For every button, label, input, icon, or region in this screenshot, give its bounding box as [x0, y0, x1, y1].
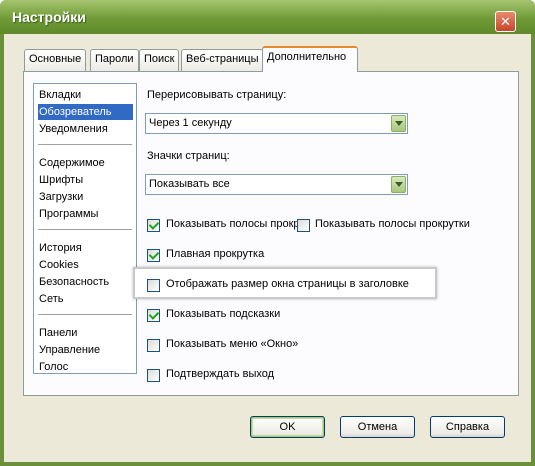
tab-search[interactable]: Поиск	[139, 49, 180, 71]
sidebar-item-network[interactable]: Сеть	[38, 291, 133, 307]
cancel-button[interactable]: Отмена	[340, 416, 415, 438]
sidebar-item-browser[interactable]: Обозреватель	[38, 104, 133, 120]
sidebar-item-notifications[interactable]: Уведомления	[38, 121, 133, 137]
chevron-down-icon[interactable]	[391, 176, 406, 193]
window-size-title-checkbox[interactable]	[147, 279, 160, 292]
show-tooltips-label[interactable]: Показывать подсказки	[166, 308, 280, 320]
sidebar-item-cookies[interactable]: Cookies	[38, 257, 133, 273]
sidebar-item-tabs[interactable]: Вкладки	[38, 87, 133, 103]
redraw-value: Через 1 секунду	[149, 117, 232, 129]
smooth-scrolling-label[interactable]: Плавная прокрутка	[166, 248, 264, 260]
close-icon: ✕	[500, 14, 511, 29]
show-window-menu-checkbox[interactable]	[147, 339, 160, 352]
sidebar-item-downloads[interactable]: Загрузки	[38, 189, 133, 205]
page-icons-select[interactable]: Показывать все	[145, 174, 408, 195]
show-window-menu-label[interactable]: Показывать меню «Окно»	[166, 338, 298, 350]
show-scrollbars-label[interactable]: Показывать полосы прокр	[166, 218, 300, 230]
sidebar-item-programs[interactable]: Программы	[38, 206, 133, 222]
ok-button[interactable]: OK	[250, 416, 325, 438]
page-icons-value: Показывать все	[149, 178, 230, 190]
settings-dialog: Настройки ✕ Основные Пароли Поиск Веб-ст…	[0, 0, 535, 466]
sidebar-divider	[38, 144, 132, 145]
tab-passwords[interactable]: Пароли	[90, 49, 139, 71]
chevron-down-icon[interactable]	[391, 115, 406, 132]
sidebar-divider	[38, 314, 132, 315]
show-tooltips-checkbox[interactable]	[147, 309, 160, 322]
sidebar-item-toolbars[interactable]: Панели	[38, 325, 133, 341]
smooth-scrolling-checkbox[interactable]	[147, 249, 160, 262]
redraw-select[interactable]: Через 1 секунду	[145, 113, 408, 134]
sidebar-item-content[interactable]: Содержимое	[38, 155, 133, 171]
show-scrollbars-checkbox[interactable]	[147, 219, 160, 232]
sidebar-item-security[interactable]: Безопасность	[38, 274, 133, 290]
sidebar-item-fonts[interactable]: Шрифты	[38, 172, 133, 188]
sidebar-item-voice[interactable]: Голос	[38, 359, 133, 375]
tab-general[interactable]: Основные	[24, 49, 87, 71]
close-button[interactable]: ✕	[495, 11, 516, 32]
tab-advanced[interactable]: Дополнительно	[262, 46, 358, 72]
show-scrollbars-overlay-checkbox[interactable]	[297, 219, 310, 232]
sidebar-item-history[interactable]: История	[38, 240, 133, 256]
tab-web-pages[interactable]: Веб-страницы	[181, 49, 264, 71]
help-button[interactable]: Справка	[430, 416, 505, 438]
category-list[interactable]: Вкладки Обозреватель Уведомления Содержи…	[33, 83, 137, 374]
confirm-exit-label[interactable]: Подтверждать выход	[166, 368, 274, 380]
window-title: Настройки	[12, 9, 86, 25]
confirm-exit-checkbox[interactable]	[147, 369, 160, 382]
sidebar-item-management[interactable]: Управление	[38, 342, 133, 358]
window-size-title-label[interactable]: Отображать размер окна страницы в заголо…	[166, 278, 409, 290]
sidebar-divider	[38, 229, 132, 230]
show-scrollbars-overlay-label[interactable]: Показывать полосы прокрутки	[315, 218, 470, 230]
title-bar[interactable]: Настройки ✕	[0, 0, 535, 34]
page-icons-label: Значки страниц:	[147, 150, 230, 162]
dialog-client: Основные Пароли Поиск Веб-страницы Допол…	[4, 34, 531, 462]
redraw-label: Перерисовывать страницу:	[147, 89, 287, 101]
